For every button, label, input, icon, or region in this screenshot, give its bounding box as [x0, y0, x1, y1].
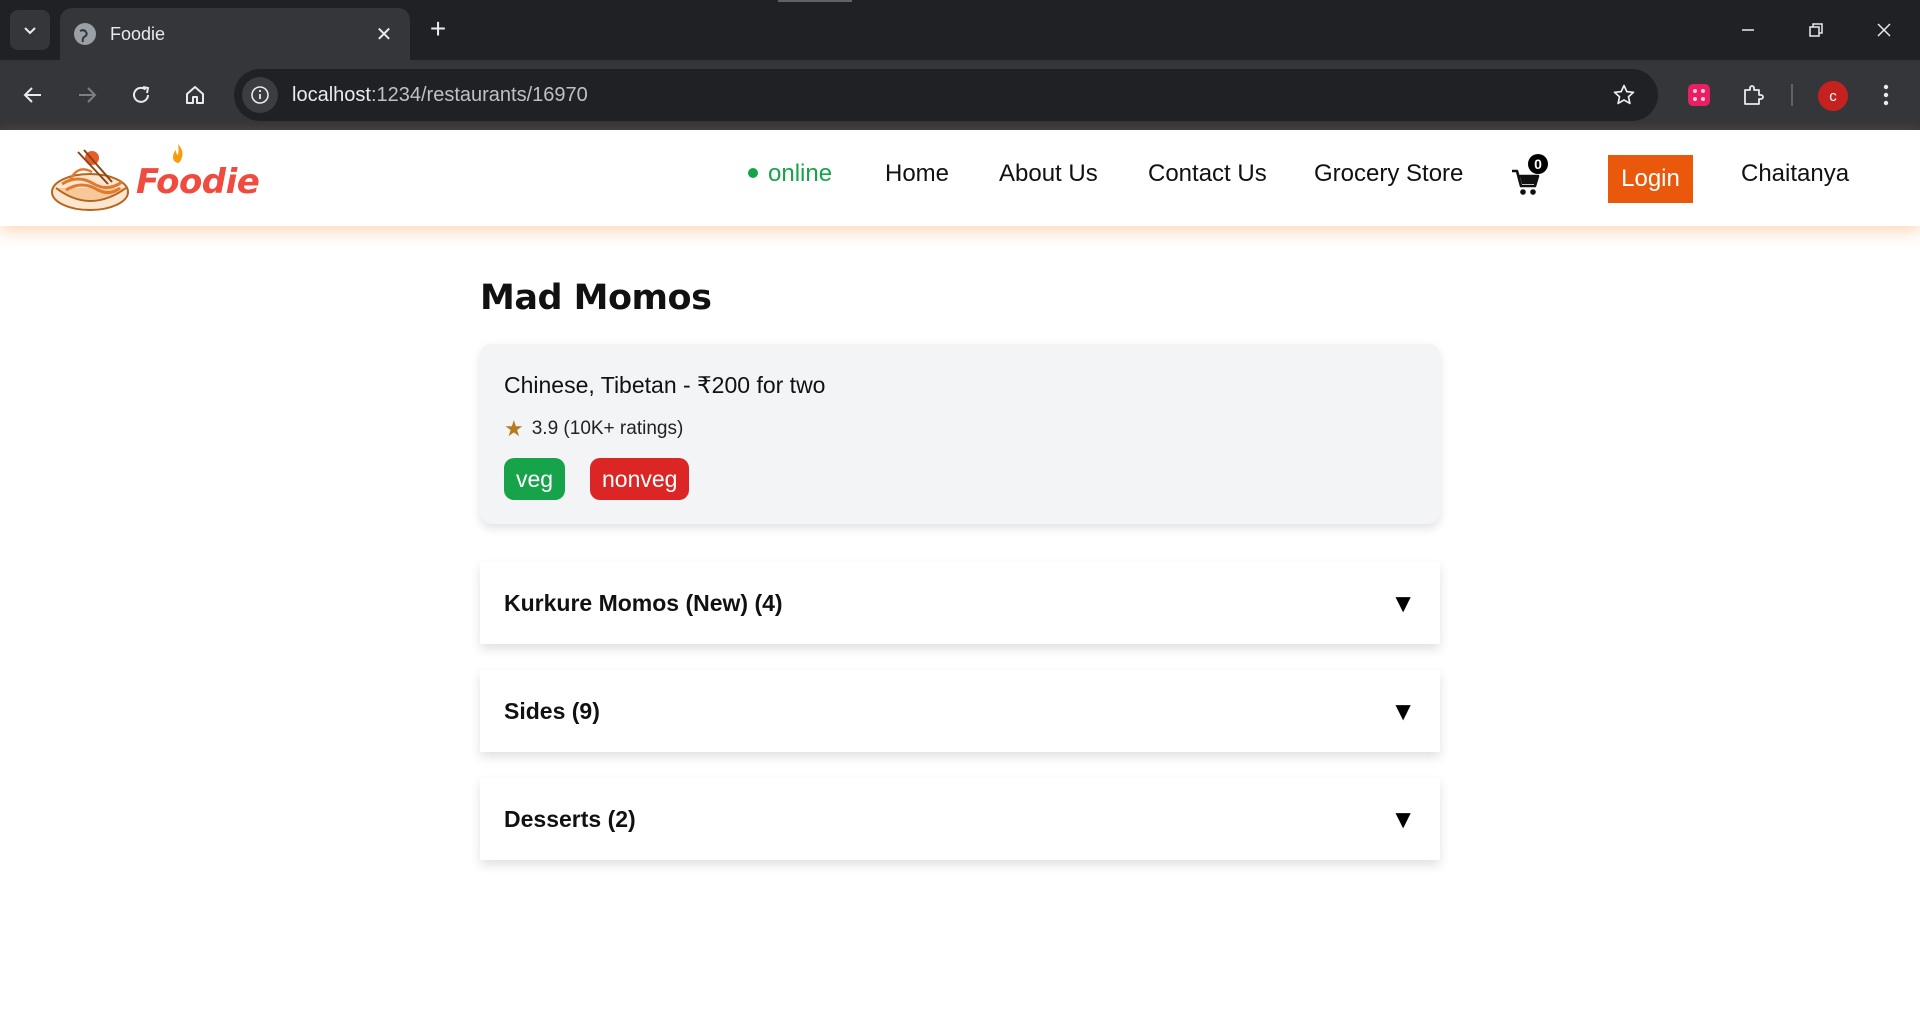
extension-icon[interactable] [1680, 76, 1718, 114]
avatar[interactable]: c [1818, 81, 1848, 111]
rating: ★ 3.9 (10K+ ratings) [504, 416, 683, 442]
arrow-left-icon [23, 87, 41, 103]
reload-button[interactable] [122, 76, 160, 114]
close-icon [1877, 23, 1891, 37]
cart-button[interactable]: 0 [1510, 154, 1554, 200]
puzzle-icon[interactable] [1734, 76, 1772, 114]
triangle-down-icon: ▼ [1390, 803, 1416, 834]
browser-tab[interactable]: Foodie ✕ [60, 8, 410, 60]
window-close-button[interactable] [1864, 12, 1904, 48]
reload-icon [133, 86, 150, 103]
status-dot [748, 167, 758, 178]
page-viewport: Foodie online Home About Us Contact Us G… [0, 130, 1920, 1024]
minimize-icon [1742, 29, 1754, 31]
globe-icon [74, 23, 96, 45]
tab-title: Foodie [110, 23, 166, 44]
restaurant-info-card: Chinese, Tibetan - ₹200 for two ★ 3.9 (1… [480, 344, 1440, 524]
star-icon[interactable] [1604, 75, 1644, 115]
star-icon: ★ [504, 416, 524, 441]
login-button[interactable]: Login [1608, 155, 1693, 203]
rating-text: 3.9 (10K+ ratings) [531, 418, 684, 439]
cuisines-cost-text: Chinese, Tibetan - ₹200 for two [504, 372, 826, 398]
online-status: online [748, 160, 832, 188]
url-path: :1234/restaurants/16970 [370, 83, 588, 106]
menu-category-sides[interactable]: Sides (9) ▼ [480, 670, 1440, 752]
page-title: Mad Momos [480, 278, 712, 318]
address-bar[interactable]: localhost:1234/restaurants/16970 [234, 69, 1658, 121]
cart-count-badge: 0 [1528, 154, 1548, 174]
triangle-down-icon: ▼ [1390, 587, 1416, 618]
chevron-down-icon [24, 27, 36, 35]
tab-strip-indicator [778, 0, 852, 2]
more-vert-icon[interactable] [1870, 76, 1902, 114]
restore-button[interactable] [1796, 12, 1836, 48]
nav-about-link[interactable]: About Us [999, 160, 1098, 188]
home-icon [186, 86, 204, 104]
arrow-right-icon [79, 87, 97, 103]
info-icon[interactable] [242, 77, 278, 113]
url-text: localhost:1234/restaurants/16970 [292, 84, 1604, 107]
user-name: Chaitanya [1741, 160, 1850, 187]
nav-home-link[interactable]: Home [885, 160, 949, 188]
menu-category-kurkure-momos[interactable]: Kurkure Momos (New) (4) ▼ [480, 562, 1440, 644]
nonveg-badge: nonveg [590, 458, 690, 500]
minimize-button[interactable] [1728, 12, 1768, 48]
toolbar-separator [1791, 84, 1793, 106]
restore-icon [1809, 23, 1823, 37]
status-label: online [768, 160, 833, 187]
main-nav: online Home About Us Contact Us Grocery … [0, 130, 1920, 226]
nav-contact-link[interactable]: Contact Us [1148, 160, 1267, 188]
back-button[interactable] [14, 76, 52, 114]
nav-grocery-link[interactable]: Grocery Store [1314, 160, 1463, 188]
forward-button[interactable] [68, 76, 106, 114]
plus-icon[interactable]: + [422, 14, 454, 46]
url-host: localhost [292, 83, 371, 106]
bookmark-star-glyph [1613, 84, 1635, 105]
menu-category-desserts[interactable]: Desserts (2) ▼ [480, 778, 1440, 860]
category-title: Kurkure Momos (New) (4) [504, 589, 783, 616]
category-title: Sides (9) [504, 697, 600, 724]
veg-badge: veg [504, 458, 566, 500]
home-button[interactable] [176, 76, 214, 114]
close-icon[interactable]: ✕ [372, 22, 396, 47]
menu-dots-glyph [1883, 84, 1889, 106]
tab-search-button[interactable] [10, 10, 50, 50]
browser-toolbar: localhost:1234/restaurants/16970 c [0, 60, 1920, 130]
site-info-glyph [251, 86, 269, 104]
category-title: Desserts (2) [504, 805, 636, 832]
triangle-down-icon: ▼ [1390, 695, 1416, 726]
app-extension-glyph [1688, 84, 1710, 106]
browser-tab-bar: Foodie ✕ + [0, 0, 1920, 60]
restaurant-content: Mad Momos Chinese, Tibetan - ₹200 for tw… [480, 278, 1440, 860]
extensions-glyph [1744, 85, 1764, 105]
site-header: Foodie online Home About Us Contact Us G… [0, 130, 1920, 226]
